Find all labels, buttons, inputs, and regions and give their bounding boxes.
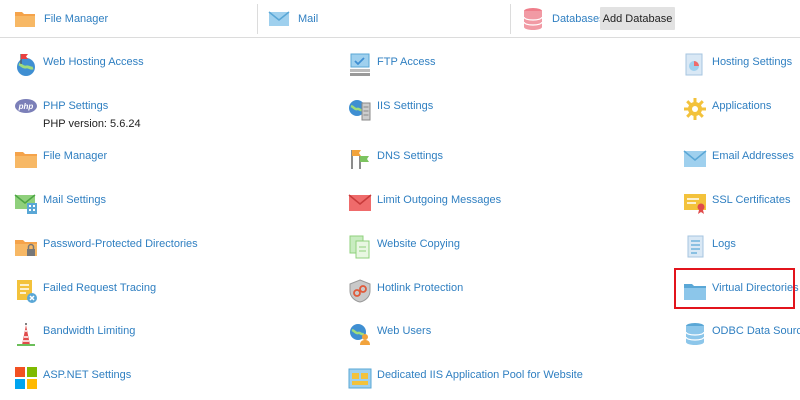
link-file-manager[interactable]: File Manager <box>14 147 107 175</box>
folder-lock-icon <box>15 240 37 256</box>
link-label: DNS Settings <box>377 150 444 162</box>
topbar-mail[interactable]: Mail <box>268 0 318 37</box>
link-odbc-data-sources[interactable]: ODBC Data Sources <box>683 322 800 350</box>
document-chart-icon <box>685 53 703 76</box>
link-hosting-settings[interactable]: Hosting Settings <box>683 53 792 81</box>
app-pool-icon <box>348 368 372 389</box>
link-password-protected-directories[interactable]: Password-Protected Directories <box>14 235 198 263</box>
link-php-settings[interactable]: php PHP Settings PHP version: 5.6.24 <box>14 97 141 135</box>
link-label: Bandwidth Limiting <box>43 325 136 337</box>
globe-server-icon <box>349 100 371 121</box>
ftp-monitor-icon <box>350 53 370 76</box>
link-iis-settings[interactable]: IIS Settings <box>348 97 433 125</box>
svg-text:php: php <box>18 102 34 111</box>
link-label: Website Copying <box>377 238 460 250</box>
link-label: FTP Access <box>377 56 436 68</box>
link-label: SSL Certificates <box>712 194 791 206</box>
link-aspnet-settings[interactable]: ASP.NET Settings <box>14 366 131 394</box>
link-label: Dedicated IIS Application Pool for Websi… <box>377 369 583 381</box>
folder-icon <box>15 152 37 168</box>
php-version-text: PHP version: 5.6.24 <box>43 118 141 130</box>
add-database-button[interactable]: Add Database <box>600 7 675 30</box>
shield-link-icon <box>349 279 371 303</box>
link-label: ODBC Data Sources <box>712 325 800 337</box>
link-label: Email Addresses <box>712 150 794 162</box>
link-label: Web Hosting Access <box>43 56 144 68</box>
php-settings-text: PHP Settings PHP version: 5.6.24 <box>43 100 141 131</box>
link-web-hosting-access[interactable]: Web Hosting Access <box>14 53 144 81</box>
mail-gear-icon <box>14 194 37 214</box>
php-icon: php <box>15 99 37 113</box>
link-failed-request-tracing[interactable]: Failed Request Tracing <box>14 279 156 307</box>
envelope-icon <box>683 150 707 167</box>
link-label: PHP Settings <box>43 100 109 112</box>
link-bandwidth-limiting[interactable]: Bandwidth Limiting <box>14 322 135 350</box>
tower-icon <box>17 323 35 346</box>
link-label: Logs <box>712 238 736 250</box>
link-label: Failed Request Tracing <box>43 282 157 294</box>
link-label: Applications <box>712 100 772 112</box>
link-mail-settings[interactable]: Mail Settings <box>14 191 106 219</box>
topbar-file-manager-label: File Manager <box>44 12 109 25</box>
folder-icon <box>15 11 35 27</box>
highlight-box <box>674 268 795 309</box>
certificate-icon <box>684 194 706 214</box>
link-web-users[interactable]: Web Users <box>348 322 431 350</box>
dns-flags-icon <box>351 150 369 169</box>
link-label: ASP.NET Settings <box>43 369 132 381</box>
database-icon <box>685 323 705 345</box>
link-website-copying[interactable]: Website Copying <box>348 235 460 263</box>
link-limit-outgoing-messages[interactable]: Limit Outgoing Messages <box>348 191 501 219</box>
link-label: Hosting Settings <box>712 56 793 68</box>
top-bar: File Manager Mail Databases Add Database <box>0 0 800 38</box>
globe-user-icon <box>350 324 370 345</box>
link-applications[interactable]: Applications <box>683 97 771 125</box>
link-label: Hotlink Protection <box>377 282 464 294</box>
windows-logo-icon <box>15 367 37 389</box>
link-label: Limit Outgoing Messages <box>377 194 502 206</box>
link-dedicated-iis-app-pool[interactable]: Dedicated IIS Application Pool for Websi… <box>348 366 583 394</box>
link-logs[interactable]: Logs <box>683 235 736 263</box>
divider <box>510 4 511 34</box>
topbar-databases-label: Databases <box>552 12 605 25</box>
divider <box>257 4 258 34</box>
link-dns-settings[interactable]: DNS Settings <box>348 147 443 175</box>
gear-icon <box>684 98 706 120</box>
topbar-file-manager[interactable]: File Manager <box>14 0 108 37</box>
link-email-addresses[interactable]: Email Addresses <box>683 147 794 175</box>
envelope-icon <box>268 10 290 26</box>
topbar-databases[interactable]: Databases <box>522 0 605 37</box>
link-label: Password-Protected Directories <box>43 238 198 250</box>
copy-pages-icon <box>349 235 370 259</box>
envelope-red-icon <box>348 194 372 211</box>
link-label: Mail Settings <box>43 194 106 206</box>
link-label: Web Users <box>377 325 432 337</box>
document-error-icon <box>17 280 37 303</box>
link-label: File Manager <box>43 150 108 162</box>
link-hotlink-protection[interactable]: Hotlink Protection <box>348 279 463 307</box>
link-ftp-access[interactable]: FTP Access <box>348 53 435 81</box>
link-ssl-certificates[interactable]: SSL Certificates <box>683 191 790 219</box>
link-label: IIS Settings <box>377 100 434 112</box>
globe-flag-icon <box>17 54 35 76</box>
topbar-mail-label: Mail <box>298 12 319 25</box>
log-document-icon <box>687 235 704 258</box>
database-icon <box>523 7 543 30</box>
